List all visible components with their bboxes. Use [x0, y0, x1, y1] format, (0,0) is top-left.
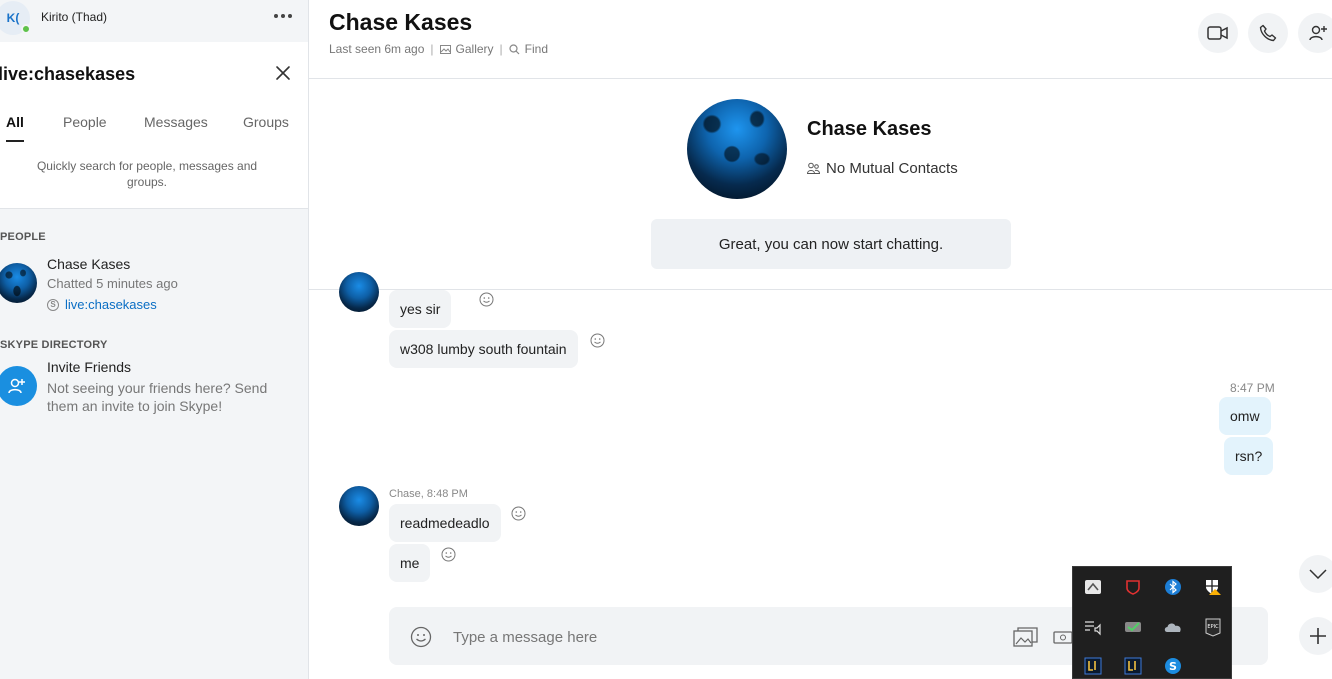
intro-contact-name: Chase Kases	[807, 118, 932, 140]
person-result[interactable]: Chase Kases Chatted 5 minutes ago S live…	[0, 256, 308, 316]
more-options-button[interactable]	[270, 4, 296, 28]
more-dot-icon	[274, 14, 278, 18]
onedrive-icon[interactable]	[1163, 617, 1183, 637]
gallery-link[interactable]: Gallery	[439, 42, 494, 56]
gallery-label: Gallery	[455, 42, 494, 56]
profile-bar: K( Kirito (Thad)	[0, 0, 308, 42]
find-label: Find	[524, 42, 549, 56]
more-actions-button[interactable]	[1299, 617, 1332, 655]
contact-intro-card: Chase Kases No Mutual Contacts Great, yo…	[309, 80, 1332, 290]
tab-messages[interactable]: Messages	[144, 114, 208, 130]
contact-profile-picture[interactable]	[687, 99, 787, 199]
app-icon[interactable]	[1083, 577, 1103, 597]
scroll-to-bottom-button[interactable]	[1299, 555, 1332, 593]
invite-friends-avatar	[0, 366, 37, 406]
add-person-icon	[1309, 25, 1327, 41]
search-hint: Quickly search for people, messages and …	[36, 159, 258, 189]
bluetooth-icon[interactable]	[1163, 577, 1183, 597]
game-launcher-icon[interactable]	[1083, 656, 1103, 676]
chat-meta: Last seen 6m ago | Gallery | Find	[329, 42, 548, 56]
gallery-icon	[439, 44, 451, 54]
mutual-contacts-text: No Mutual Contacts	[826, 160, 958, 177]
directory-section-label: SKYPE DIRECTORY	[0, 339, 108, 351]
search-tabs: All People Messages Groups	[0, 104, 308, 146]
search-input[interactable]	[0, 59, 258, 89]
svg-text:EPIC: EPIC	[1207, 624, 1219, 630]
add-people-button[interactable]	[1298, 13, 1332, 53]
message-bubble-sent[interactable]: omw	[1219, 397, 1271, 435]
smiley-reaction-icon[interactable]	[441, 547, 456, 562]
contact-avatar	[0, 263, 37, 303]
skype-window: K( Kirito (Thad) All People Messages Gro…	[0, 0, 1332, 679]
sender-avatar[interactable]	[339, 272, 379, 312]
antivirus-icon[interactable]	[1123, 577, 1143, 597]
more-dot-icon	[288, 14, 292, 18]
sender-avatar[interactable]	[339, 486, 379, 526]
active-tab-indicator	[6, 140, 24, 142]
contacts-icon	[807, 162, 820, 174]
search-panel: All People Messages Groups Quickly searc…	[0, 42, 308, 209]
message-bubble[interactable]: readmedeadlo	[389, 504, 501, 542]
smiley-reaction-icon[interactable]	[590, 333, 605, 348]
start-chat-banner: Great, you can now start chatting.	[651, 219, 1011, 269]
media-gallery-icon[interactable]	[1013, 627, 1038, 648]
find-link[interactable]: Find	[509, 42, 548, 56]
online-status-dot	[21, 24, 31, 34]
invite-friends-item[interactable]: Invite Friends Not seeing your friends h…	[0, 359, 308, 415]
smiley-reaction-icon[interactable]	[511, 506, 526, 521]
invite-description: Not seeing your friends here? Send them …	[47, 380, 268, 414]
message-bubble[interactable]: w308 lumby south fountain	[389, 330, 578, 368]
add-person-icon	[8, 378, 25, 394]
system-tray-overflow: EPIC S	[1072, 566, 1232, 679]
mutual-contacts: No Mutual Contacts	[807, 160, 958, 177]
last-seen-status: Last seen 6m ago	[329, 42, 425, 56]
emoji-icon[interactable]	[410, 626, 432, 648]
send-money-icon[interactable]	[1053, 627, 1073, 647]
message-input[interactable]	[453, 625, 953, 649]
more-dot-icon	[281, 14, 285, 18]
meta-separator: |	[499, 42, 503, 56]
message-bubble[interactable]: yes sir	[389, 290, 452, 328]
chevron-down-icon	[1309, 569, 1327, 579]
audio-call-button[interactable]	[1248, 13, 1288, 53]
epic-games-icon[interactable]: EPIC	[1203, 617, 1223, 637]
tab-groups[interactable]: Groups	[243, 114, 289, 130]
tab-people[interactable]: People	[63, 114, 107, 130]
tab-all[interactable]: All	[6, 114, 24, 130]
sidebar: K( Kirito (Thad) All People Messages Gro…	[0, 0, 309, 679]
video-camera-icon	[1207, 26, 1228, 40]
phone-icon	[1259, 24, 1277, 42]
invite-title: Invite Friends	[47, 359, 132, 375]
security-warning-icon[interactable]	[1203, 577, 1223, 597]
audio-list-icon[interactable]	[1083, 617, 1103, 637]
person-skype-id[interactable]: S live:chasekases	[47, 297, 157, 312]
chat-header: Chase Kases Last seen 6m ago | Gallery |…	[309, 0, 1332, 79]
skype-icon[interactable]: S	[1163, 656, 1183, 676]
message-sender-time: Chase, 8:48 PM	[389, 488, 468, 500]
game-launcher-icon[interactable]	[1123, 656, 1143, 676]
message-bubble[interactable]: me	[389, 544, 431, 582]
person-name: Chase Kases	[47, 256, 131, 272]
message-bubble-sent[interactable]: rsn?	[1224, 437, 1274, 475]
profile-name[interactable]: Kirito (Thad)	[41, 10, 107, 24]
svg-text:S: S	[1169, 660, 1177, 673]
smiley-reaction-icon[interactable]	[479, 292, 494, 307]
skype-id-icon: S	[47, 298, 59, 311]
people-section-label: PEOPLE	[0, 231, 46, 243]
chat-title[interactable]: Chase Kases	[329, 9, 472, 36]
skype-id-text: live:chasekases	[65, 297, 157, 312]
close-search-button[interactable]	[272, 62, 294, 84]
close-icon	[276, 66, 290, 80]
plus-icon	[1310, 628, 1326, 644]
person-last-chatted: Chatted 5 minutes ago	[47, 276, 178, 291]
video-call-button[interactable]	[1198, 13, 1238, 53]
search-icon	[509, 43, 520, 54]
meta-separator: |	[430, 42, 434, 56]
message-timestamp: 8:47 PM	[1230, 381, 1275, 395]
sync-check-icon[interactable]	[1123, 617, 1143, 637]
